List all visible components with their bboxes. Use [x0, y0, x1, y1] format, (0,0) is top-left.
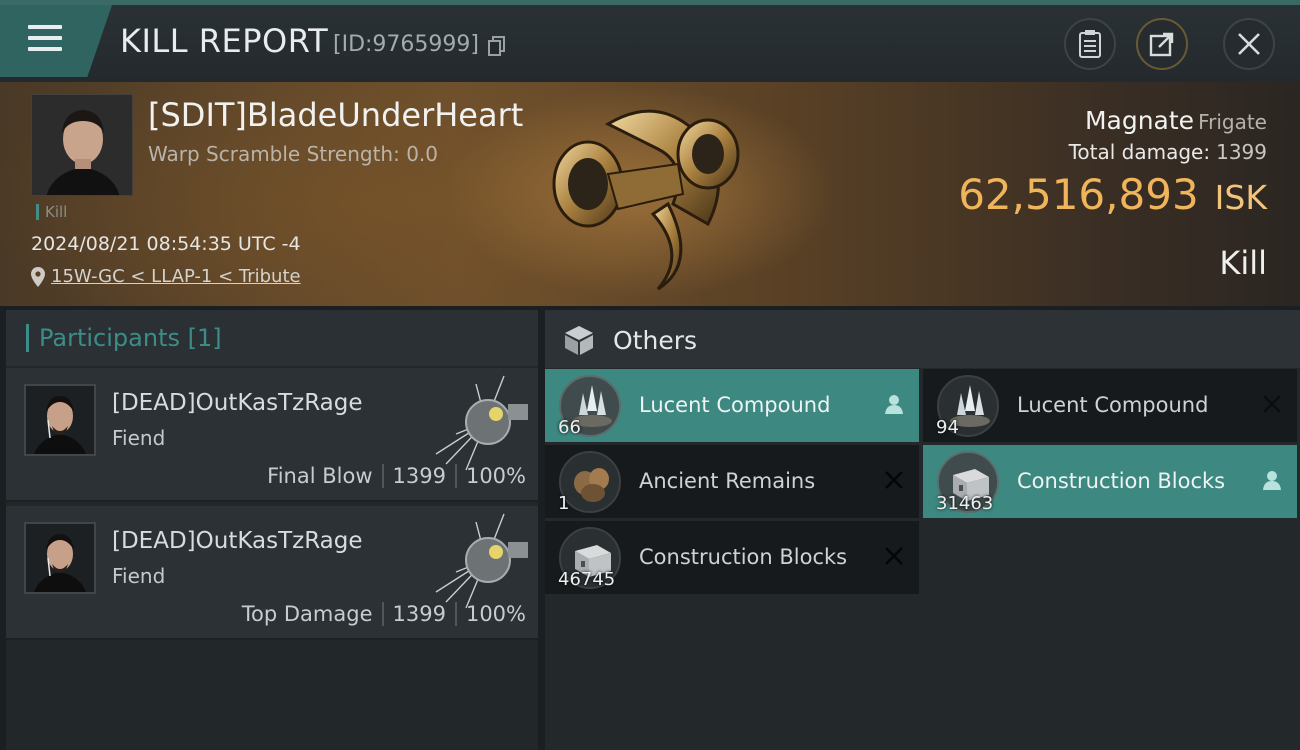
header-accent-line	[0, 0, 1300, 5]
divider	[454, 464, 457, 488]
item-construction-blocks[interactable]: 46745 Construction Blocks	[545, 521, 919, 594]
location-text[interactable]: 15W-GC < LLAP-1 < Tribute	[51, 266, 301, 287]
kill-datetime: 2024/08/21 08:54:35 UTC -4	[31, 233, 301, 255]
isk-unit: ISK	[1214, 178, 1267, 217]
person-icon	[1263, 471, 1281, 490]
ship-image	[552, 109, 740, 291]
close-button[interactable]	[1223, 18, 1275, 70]
participant-percent: 100%	[465, 602, 526, 626]
participant-damage: 1399	[392, 602, 446, 626]
item-quantity: 31463	[936, 493, 994, 514]
participant-damage: 1399	[392, 464, 446, 488]
participant-ship: Fiend	[112, 564, 166, 588]
total-damage-label: Total damage:	[1068, 140, 1211, 164]
person-icon	[885, 395, 903, 414]
item-construction-blocks[interactable]: 31463 Construction Blocks	[923, 445, 1297, 518]
item-quantity: 66	[558, 417, 581, 438]
participant-stats: Top Damage 1399 100%	[242, 602, 526, 626]
share-button[interactable]	[1136, 18, 1188, 70]
divider	[381, 464, 384, 488]
participant-percent: 100%	[465, 464, 526, 488]
total-damage: Total damage: 1399	[1069, 140, 1267, 164]
destroyed-x-icon	[885, 547, 903, 565]
warp-scramble-strength: Warp Scramble Strength: 0.0	[148, 142, 439, 166]
item-name: Construction Blocks	[1017, 469, 1226, 493]
participant-row[interactable]: [DEAD]OutKasTzRage Fiend Top Damage 1399…	[6, 506, 538, 640]
menu-button[interactable]	[0, 5, 112, 77]
item-name: Lucent Compound	[1017, 393, 1209, 417]
participant-ship-image	[435, 513, 528, 609]
item-quantity: 1	[558, 493, 570, 514]
result-label: Kill	[1219, 244, 1267, 282]
ship-name[interactable]: Magnate Frigate	[1085, 106, 1267, 135]
kill-tag: Kill	[36, 204, 67, 220]
clipboard-icon	[1079, 30, 1101, 58]
clipboard-button[interactable]	[1064, 18, 1116, 70]
copy-icon[interactable]	[488, 36, 506, 56]
cube-icon	[565, 326, 593, 355]
participant-avatar[interactable]	[24, 384, 96, 456]
share-icon	[1149, 32, 1174, 57]
item-lucent-compound[interactable]: 66 Lucent Compound	[545, 369, 919, 442]
divider	[454, 602, 457, 626]
participant-stats: Final Blow 1399 100%	[267, 464, 526, 488]
destroyed-x-icon	[1263, 395, 1281, 413]
participants-title[interactable]: Participants [1]	[26, 324, 222, 352]
total-damage-value: 1399	[1216, 140, 1267, 164]
victim-banner: [SDIT]BladeUnderHeart Warp Scramble Stre…	[0, 82, 1300, 306]
item-name: Lucent Compound	[639, 393, 831, 417]
page-title: KILL REPORT	[120, 22, 329, 60]
participant-portrait	[26, 386, 94, 454]
isk-value: 62,516,893 ISK	[958, 170, 1267, 219]
item-lucent-compound[interactable]: 94 Lucent Compound	[923, 369, 1297, 442]
participant-avatar[interactable]	[24, 522, 96, 594]
others-title: Others	[613, 326, 698, 355]
portrait-image	[32, 95, 132, 195]
participant-blow-label: Final Blow	[267, 464, 373, 488]
destroyed-x-icon	[885, 471, 903, 489]
others-panel: Others 66 Lucent Compound 94 Lucent Comp…	[545, 310, 1300, 750]
header-bar: KILL REPORT [ID:9765999]	[0, 0, 1300, 82]
participants-panel: Participants [1] [DEAD]OutKasTzRage Fien…	[6, 310, 538, 750]
ship-class: Frigate	[1198, 110, 1267, 134]
location-pin-icon	[31, 266, 45, 287]
others-header: Others	[545, 310, 1300, 368]
participant-portrait	[26, 524, 94, 592]
participant-blow-label: Top Damage	[241, 602, 373, 626]
divider	[381, 602, 384, 626]
participant-ship: Fiend	[112, 426, 166, 450]
participant-name[interactable]: [DEAD]OutKasTzRage	[112, 390, 363, 416]
isk-amount: 62,516,893	[958, 170, 1199, 219]
report-id: [ID:9765999]	[333, 32, 479, 57]
victim-avatar[interactable]	[31, 94, 133, 196]
participant-ship-image	[435, 375, 528, 471]
item-quantity: 46745	[558, 569, 616, 590]
close-icon	[1238, 33, 1260, 55]
item-name: Ancient Remains	[639, 469, 816, 493]
victim-name[interactable]: [SDIT]BladeUnderHeart	[148, 96, 523, 134]
hamburger-icon	[28, 25, 62, 51]
item-ancient-remains[interactable]: 1 Ancient Remains	[545, 445, 919, 518]
kill-location[interactable]: 15W-GC < LLAP-1 < Tribute	[31, 266, 301, 287]
participant-name[interactable]: [DEAD]OutKasTzRage	[112, 528, 363, 554]
ship-name-text: Magnate	[1084, 106, 1195, 135]
participant-row[interactable]: [DEAD]OutKasTzRage Fiend Final Blow 1399…	[6, 368, 538, 502]
item-quantity: 94	[936, 417, 959, 438]
participants-header: Participants [1]	[6, 310, 538, 366]
item-name: Construction Blocks	[639, 545, 848, 569]
